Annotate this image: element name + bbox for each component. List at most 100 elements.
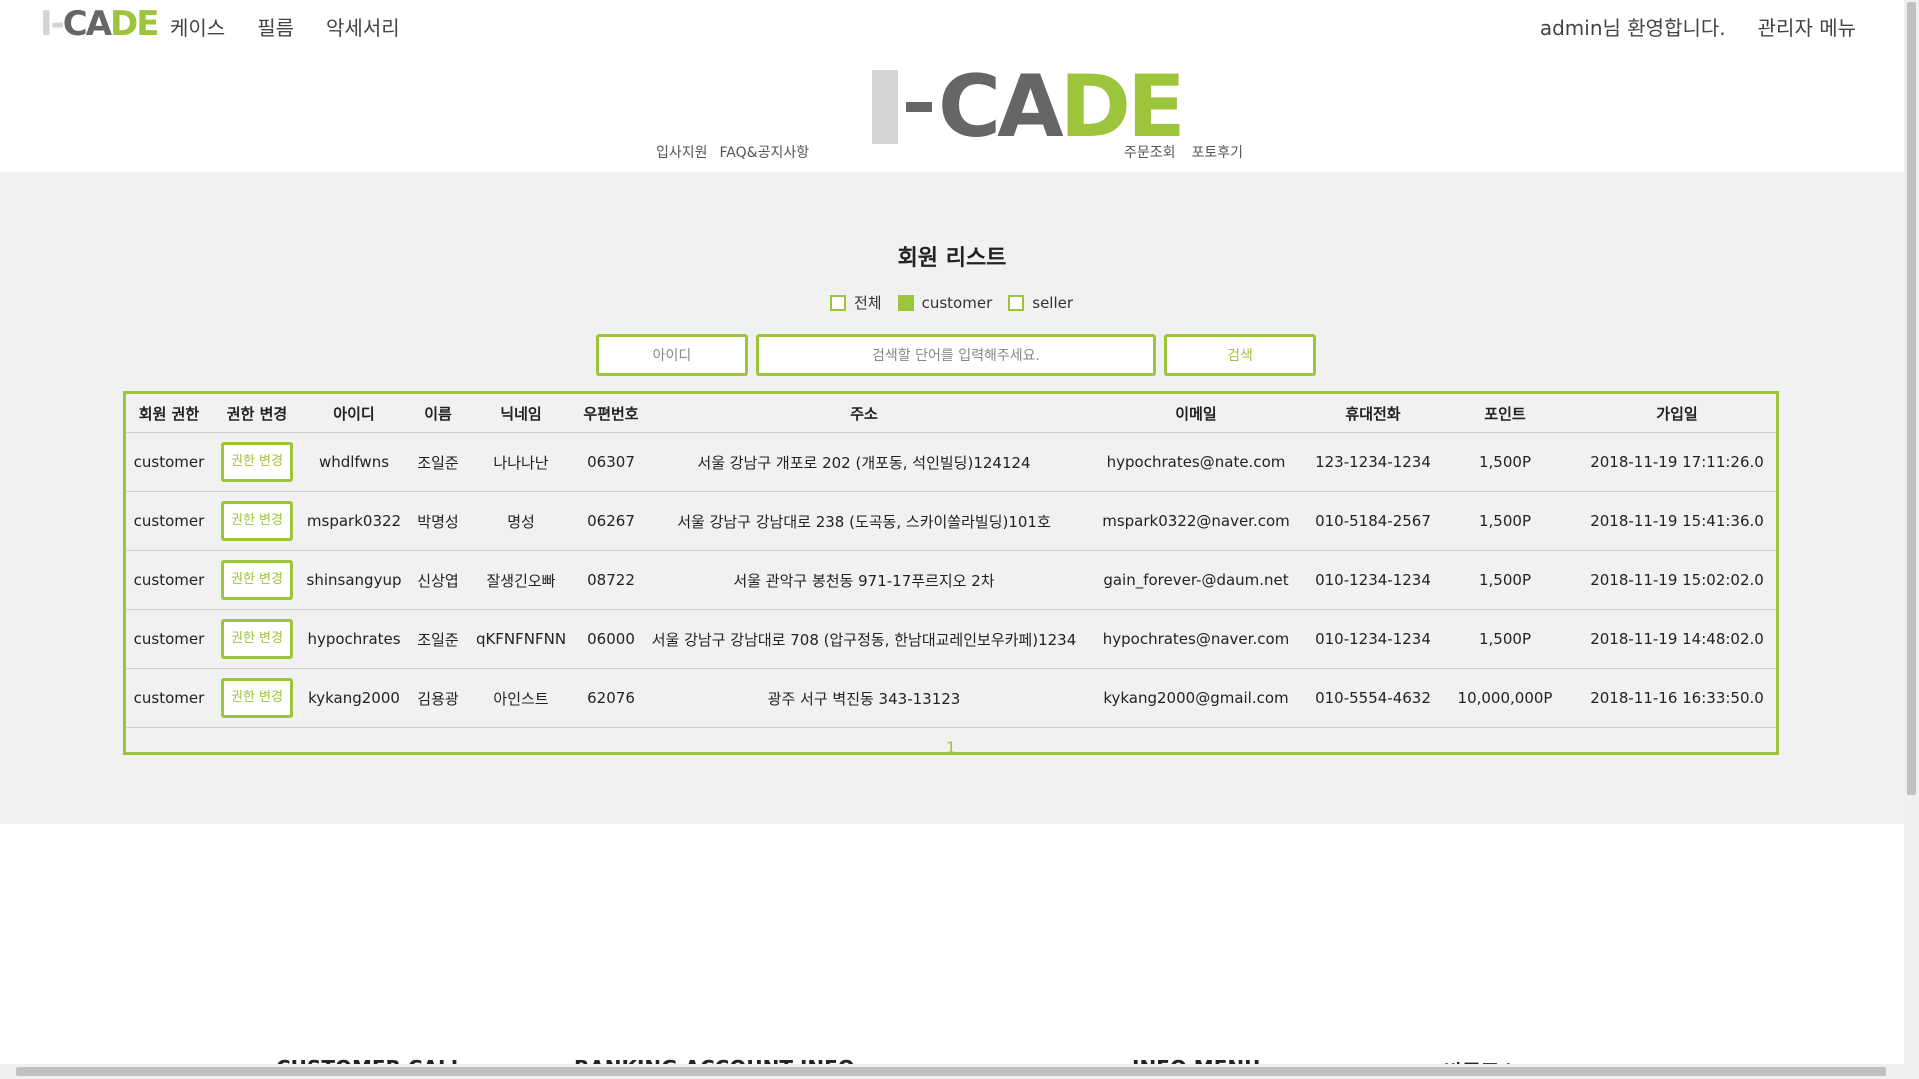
top-header: I- CA DE 케이스 필름 악세서리 admin님 환영합니다. 관리자 메…: [0, 0, 1904, 172]
filter-customer[interactable]: customer: [897, 294, 992, 312]
table-row: customer 권한 변경 shinsangyup 신상엽 잘생긴오빠 087…: [126, 550, 1776, 610]
cell-points: 1,500P: [1432, 550, 1578, 610]
horizontal-scrollbar[interactable]: [0, 1064, 1904, 1079]
member-table: 회원 권한 권한 변경 아이디 이름 닉네임 우편번호 주소 이메일 휴대전화 …: [123, 391, 1779, 757]
sub-nav-right: 주문조회 포토후기: [1124, 142, 1243, 162]
nav-item-apply[interactable]: 입사지원: [656, 142, 708, 162]
cell-change-role: 권한 변경: [212, 550, 302, 610]
admin-menu-link[interactable]: 관리자 메뉴: [1758, 12, 1856, 41]
cell-nickname: qKFNFNFNN: [470, 609, 572, 669]
cell-address: 서울 강남구 개포로 202 (개포동, 석인빌딩)124124: [650, 432, 1078, 492]
cell-name: 박명성: [406, 491, 470, 551]
cell-id: hypochrates: [302, 609, 406, 669]
change-role-button[interactable]: 권한 변경: [221, 678, 293, 718]
cell-change-role: 권한 변경: [212, 668, 302, 728]
change-role-button[interactable]: 권한 변경: [221, 501, 293, 541]
cell-nickname: 잘생긴오빠: [470, 550, 572, 610]
nav-item-accessory[interactable]: 악세서리: [326, 12, 400, 41]
cell-change-role: 권한 변경: [212, 609, 302, 669]
col-id: 아이디: [302, 394, 406, 433]
col-points: 포인트: [1432, 394, 1578, 433]
sub-nav-left: 입사지원 FAQ&공지사항: [656, 142, 809, 162]
search-button[interactable]: 검색: [1164, 334, 1316, 376]
col-name: 이름: [406, 394, 470, 433]
cell-id: whdlfwns: [302, 432, 406, 492]
col-joined: 가입일: [1578, 394, 1776, 433]
scrollbar-thumb[interactable]: [16, 1067, 1886, 1076]
cell-email: hypochrates@nate.com: [1078, 432, 1314, 492]
cell-address: 광주 서구 벽진동 343-13123: [650, 668, 1078, 728]
col-role: 회원 권한: [126, 394, 212, 433]
cell-name: 조일준: [406, 609, 470, 669]
cell-joined: 2018-11-19 15:41:36.0: [1578, 491, 1776, 551]
cell-phone: 010-5184-2567: [1314, 491, 1432, 551]
cell-role: customer: [126, 550, 212, 610]
cell-email: kykang2000@gmail.com: [1078, 668, 1314, 728]
change-role-button[interactable]: 권한 변경: [221, 619, 293, 659]
table-row: customer 권한 변경 kykang2000 김용광 아인스트 62076…: [126, 668, 1776, 728]
cell-zipcode: 06000: [572, 609, 650, 669]
cell-points: 1,500P: [1432, 491, 1578, 551]
cell-id: shinsangyup: [302, 550, 406, 610]
cell-role: customer: [126, 432, 212, 492]
cell-role: customer: [126, 668, 212, 728]
nav-item-faq[interactable]: FAQ&공지사항: [720, 142, 810, 162]
cell-phone: 010-1234-1234: [1314, 550, 1432, 610]
cell-zipcode: 06307: [572, 432, 650, 492]
cell-name: 신상엽: [406, 550, 470, 610]
cell-change-role: 권한 변경: [212, 491, 302, 551]
vertical-scrollbar[interactable]: [1904, 0, 1919, 1064]
col-zipcode: 우편번호: [572, 394, 650, 433]
col-address: 주소: [650, 394, 1078, 433]
nav-item-case[interactable]: 케이스: [170, 12, 225, 41]
table-row: customer 권한 변경 whdlfwns 조일준 나나나난 06307 서…: [126, 432, 1776, 492]
cell-address: 서울 강남구 강남대로 238 (도곡동, 스카이쏠라빌딩)101호: [650, 491, 1078, 551]
col-nickname: 닉네임: [470, 394, 572, 433]
cell-points: 1,500P: [1432, 609, 1578, 669]
cell-email: hypochrates@naver.com: [1078, 609, 1314, 669]
filter-seller[interactable]: seller: [1008, 294, 1073, 312]
cell-zipcode: 62076: [572, 668, 650, 728]
pagination: 1: [126, 728, 1776, 757]
checkbox-all[interactable]: [830, 294, 846, 311]
filter-all[interactable]: 전체: [830, 292, 882, 313]
cell-phone: 123-1234-1234: [1314, 432, 1432, 492]
cell-role: customer: [126, 491, 212, 551]
cell-phone: 010-1234-1234: [1314, 609, 1432, 669]
nav-item-orders[interactable]: 주문조회: [1124, 142, 1176, 162]
change-role-button[interactable]: 권한 변경: [221, 560, 293, 600]
change-role-button[interactable]: 권한 변경: [221, 442, 293, 482]
site-logo-small[interactable]: I- CA DE: [40, 4, 160, 44]
logo-dash-shape: [906, 102, 932, 112]
search-input[interactable]: 검색할 단어를 입력해주세요.: [756, 334, 1156, 376]
cell-joined: 2018-11-16 16:33:50.0: [1578, 668, 1776, 728]
checkbox-seller[interactable]: [1008, 294, 1025, 311]
cell-joined: 2018-11-19 14:48:02.0: [1578, 609, 1776, 669]
cell-points: 10,000,000P: [1432, 668, 1578, 728]
col-email: 이메일: [1078, 394, 1314, 433]
scrollbar-thumb[interactable]: [1907, 2, 1916, 795]
scrollbar-corner: [1904, 1064, 1919, 1079]
nav-item-photo-review[interactable]: 포토후기: [1192, 142, 1244, 162]
page-link[interactable]: 1: [946, 738, 956, 757]
logo-bar-shape: [872, 70, 898, 144]
col-phone: 휴대전화: [1314, 394, 1432, 433]
welcome-text: admin님 환영합니다.: [1539, 16, 1726, 40]
table-row: customer 권한 변경 mspark0322 박명성 명성 06267 서…: [126, 491, 1776, 551]
cell-name: 조일준: [406, 432, 470, 492]
cell-role: customer: [126, 609, 212, 669]
cell-address: 서울 강남구 강남대로 708 (압구정동, 한남대교레인보우카페)1234: [650, 609, 1078, 669]
cell-nickname: 명성: [470, 491, 572, 551]
col-change-role: 권한 변경: [212, 394, 302, 433]
cell-id: kykang2000: [302, 668, 406, 728]
checkbox-customer[interactable]: [897, 294, 914, 311]
search-bar: 아이디 검색할 단어를 입력해주세요. 검색: [596, 334, 1316, 376]
cell-zipcode: 08722: [572, 550, 650, 610]
site-logo-large[interactable]: CA DE: [872, 64, 1186, 150]
cell-nickname: 나나나난: [470, 432, 572, 492]
cell-id: mspark0322: [302, 491, 406, 551]
search-type-select[interactable]: 아이디: [596, 334, 748, 376]
cell-email: gain_forever-@daum.net: [1078, 550, 1314, 610]
cell-joined: 2018-11-19 15:02:02.0: [1578, 550, 1776, 610]
nav-item-film[interactable]: 필름: [257, 12, 294, 41]
